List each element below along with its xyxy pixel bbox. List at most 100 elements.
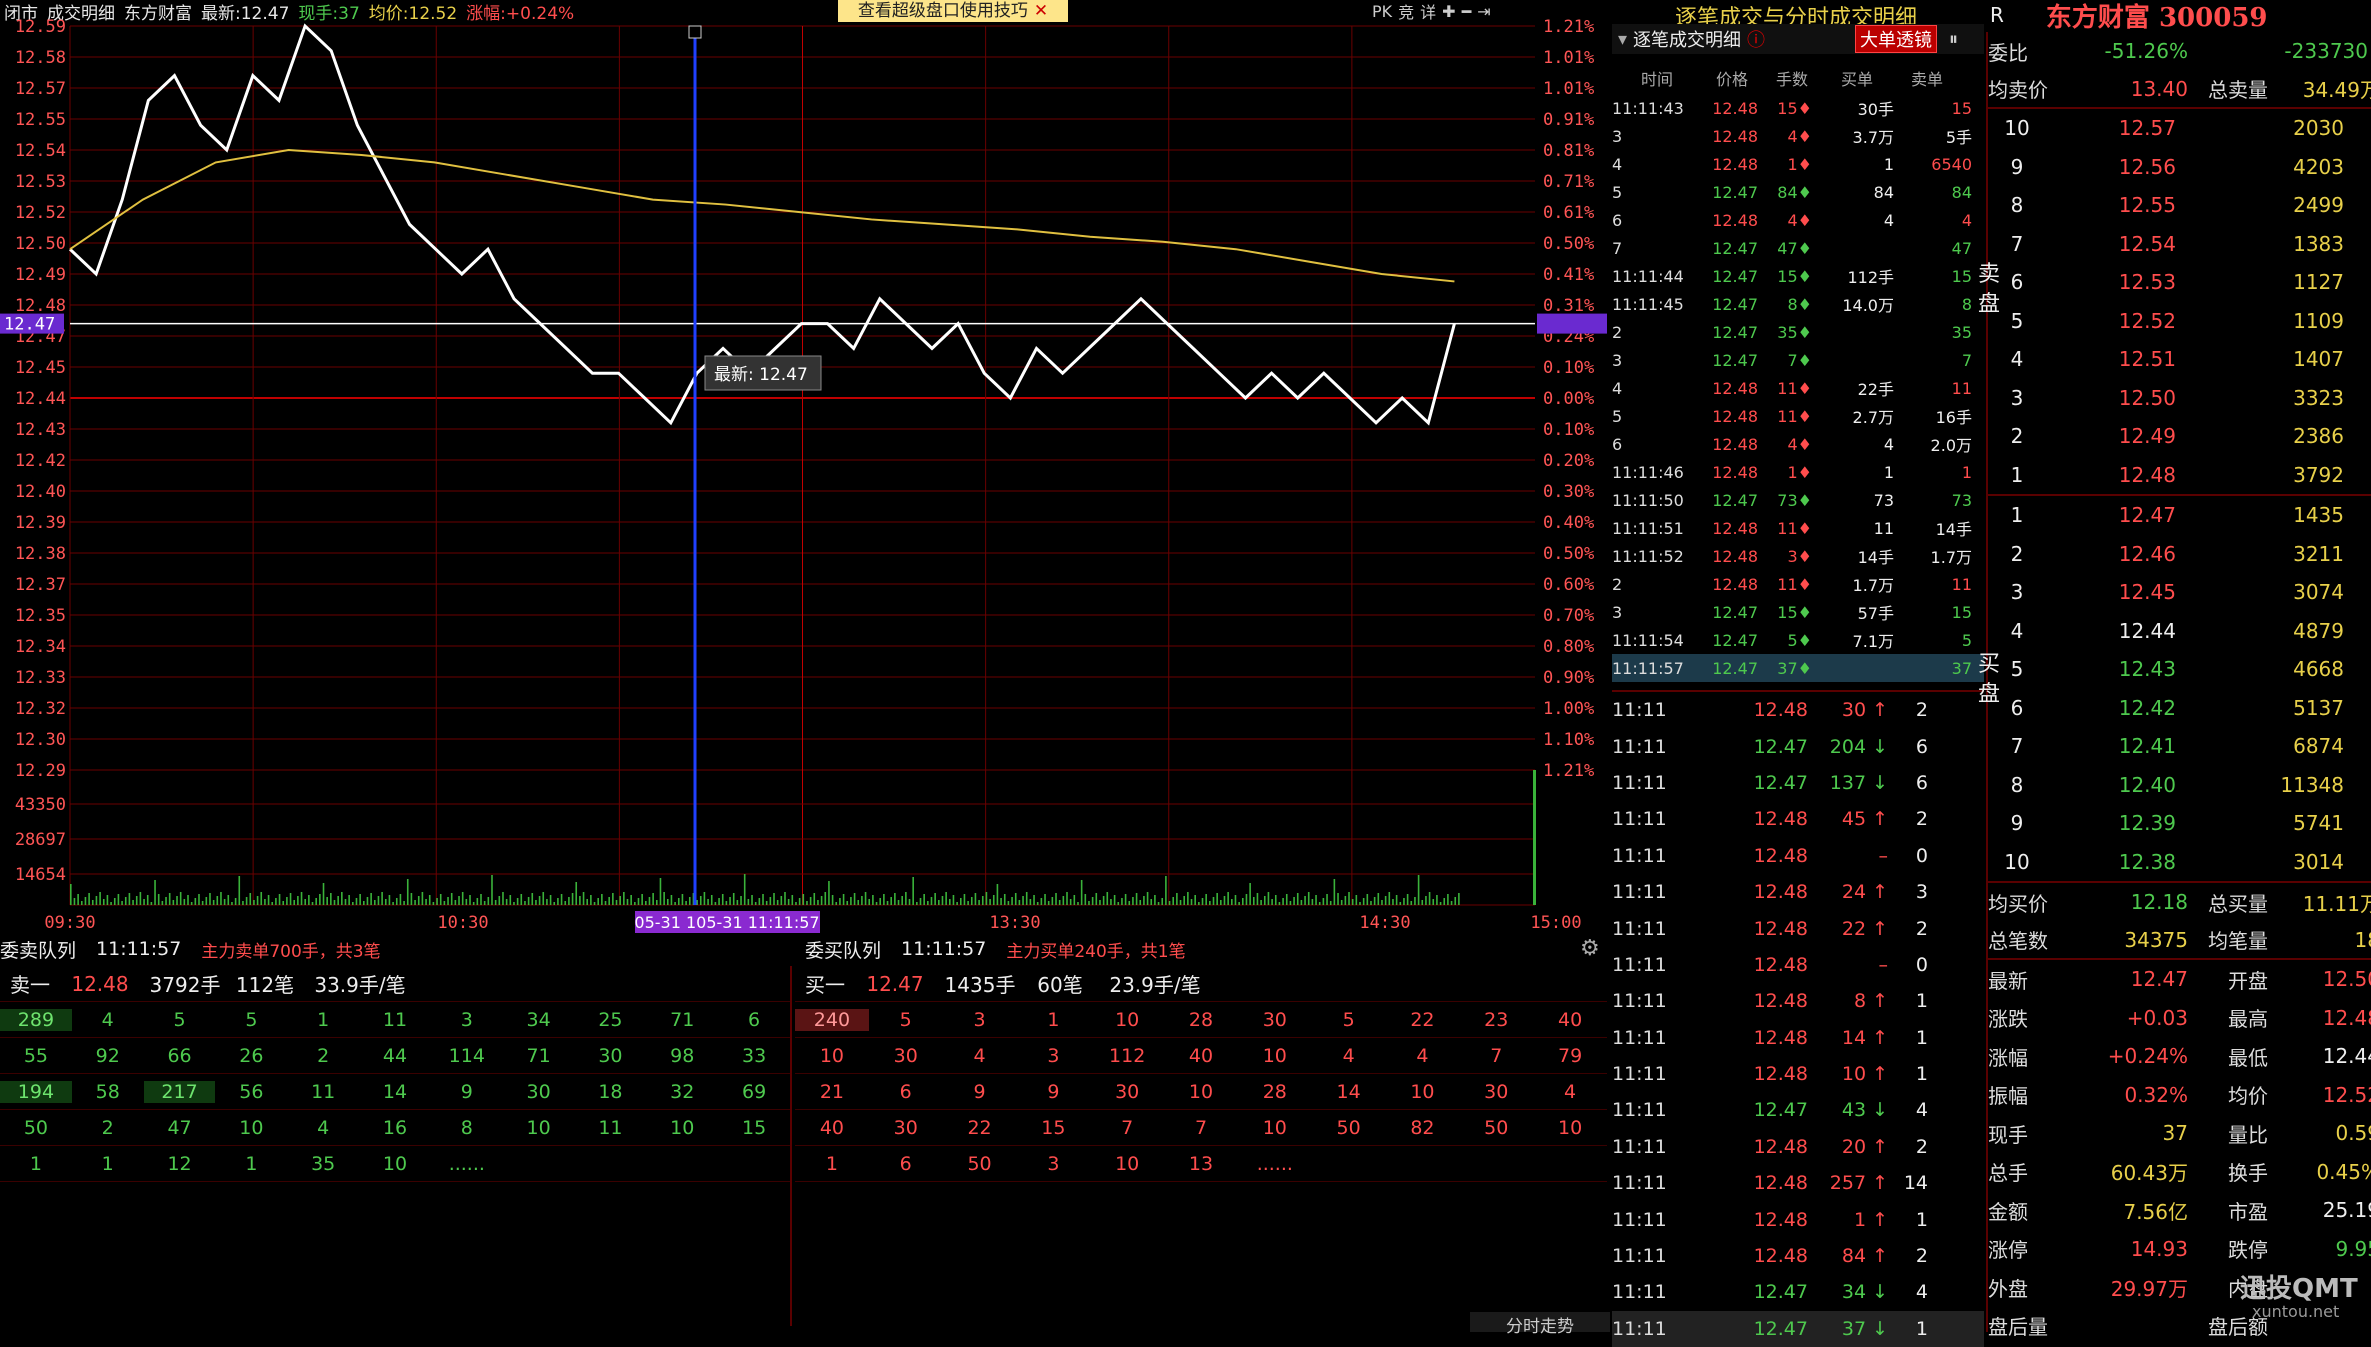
minute-row[interactable]: 11:11 12.48 8 ↑ 1 [1612,983,1984,1019]
weibi-label: 委比 [1988,40,2028,65]
ask-level[interactable]: 10 12.57 2030 [1988,109,2371,148]
volume-bar [535,900,537,905]
weibi-row: 委比 -51.26% -233730 [1988,32,2371,71]
minute-price: 12.48 [1753,1063,1808,1086]
volume-bar [366,897,369,905]
tick-time: 11:11:52 [1612,546,1684,566]
minute-count: 1 [1915,1063,1928,1086]
minute-row[interactable]: 11:11 12.47 137 ↓ 6 [1612,765,1984,801]
tick-row[interactable]: 11:11:54 12.47 5♦ 7.1万 5 [1612,626,1984,654]
pct-tick: 0.40% [1543,513,1594,533]
bid-level[interactable]: 8 12.40 11348 [1988,766,2371,805]
stat-value: 0.32% [2124,1082,2188,1107]
minute-row[interactable]: 11:11 12.48 10 ↑ 1 [1612,1056,1984,1092]
tick-row[interactable]: 4 12.48 1♦ 1 6540 [1612,150,1984,178]
tick-price: 12.48 [1712,574,1758,594]
bid-level[interactable]: 6 12.42 5137 [1988,689,2371,728]
big-order-lens-button[interactable]: 大单透镜 [1855,25,1938,53]
ask-level[interactable]: 7 12.54 1383 [1988,225,2371,264]
stat-value: 12.52 [2322,1082,2371,1107]
bid-level[interactable]: 5 12.43 4668 [1988,650,2371,689]
minute-row[interactable]: 11:11 12.48 22 ↑ 2 [1612,910,1984,946]
bid-level[interactable]: 10 12.38 3014 [1988,843,2371,882]
tab-intraday[interactable]: 分时走势 [1470,1312,1610,1337]
tick-row[interactable]: 2 12.48 11♦ 1.7万 11 [1612,570,1984,598]
ask-level[interactable]: 6 12.53 1127 [1988,263,2371,302]
bid-level[interactable]: 1 12.47 1435 [1988,496,2371,535]
tick-row[interactable]: 6 12.48 4♦ 4 4 [1612,206,1984,234]
tick-sell: 84 [1951,182,1972,202]
stat-value: 0.45% [2316,1159,2371,1184]
tick-row[interactable]: 11:11:46 12.48 1♦ 1 1 [1612,458,1984,486]
tick-row[interactable]: 11:11:57 12.47 37♦ 37 [1612,654,1984,682]
minute-row[interactable]: 11:11 12.48 20 ↑ 2 [1612,1129,1984,1165]
tick-row[interactable]: 3 12.47 15♦ 57手 15 [1612,598,1984,626]
bid-level[interactable]: 7 12.41 6874 [1988,727,2371,766]
minute-price: 12.48 [1753,1208,1808,1231]
tick-row[interactable]: 4 12.48 11♦ 22手 11 [1612,374,1984,402]
volume-bar [348,895,350,905]
tick-row[interactable]: 7 12.47 47♦ 47 [1612,234,1984,262]
tick-row[interactable]: 11:11:52 12.48 3♦ 14手 1.7万 [1612,542,1984,570]
minute-detail-list[interactable]: 11:11 12.48 30 ↑ 2 11:11 12.47 204 ↓ 6 11:11 12.4… [1612,690,1984,1347]
pause-icon[interactable]: ⏸ [1949,29,1958,50]
minute-row[interactable]: 11:11 12.47 37 ↓ 1 [1612,1310,1984,1347]
minute-row[interactable]: 11:11 12.48 14 ↑ 1 [1612,1020,1984,1056]
sell-row: 50 2 47 10 4 16 8 10 11 10 15 [0,1110,790,1146]
buy-queue-cell: 7 [1121,1116,1134,1139]
volume-bar [1102,896,1105,905]
ask-level[interactable]: 9 12.56 4203 [1988,148,2371,187]
tick-row[interactable]: 5 12.48 11♦ 2.7万 16手 [1612,402,1984,430]
volume-bar [1128,901,1131,905]
bid-level[interactable]: 9 12.39 5741 [1988,804,2371,843]
tick-row[interactable]: 3 12.47 7♦ 7 [1612,346,1984,374]
tick-row[interactable]: 3 12.48 4♦ 3.7万 5手 [1612,122,1984,150]
gear-icon[interactable]: ⚙ [1580,936,1600,961]
tick-row[interactable]: 11:11:45 12.47 8♦ 14.0万 8 [1612,290,1984,318]
tick-detail-list[interactable]: 11:11:43 12.48 15♦ 30手 15 3 12.48 4♦ 3.7万 5手 4 12.4… [1612,94,1984,684]
tick-detail-title: 逐笔成交明细 [1633,30,1742,51]
current-pct-tag-bg [1537,313,1607,334]
tick-row[interactable]: 11:11:44 12.47 15♦ 112手 15 [1612,262,1984,290]
bid-level[interactable]: 4 12.44 4879 [1988,612,2371,651]
minute-row[interactable]: 11:11 12.48 1 ↑ 1 [1612,1201,1984,1237]
pct-tick: 0.31% [1543,296,1594,316]
volume-bar [1436,895,1438,905]
tick-row[interactable]: 11:11:50 12.47 73♦ 73 73 [1612,486,1984,514]
minute-row[interactable]: 11:11 12.48 – 0 [1612,947,1984,983]
tick-row[interactable]: 5 12.47 84♦ 84 84 [1612,178,1984,206]
ask-level[interactable]: 3 12.50 3323 [1988,379,2371,418]
volume-bar [905,892,907,905]
intraday-chart[interactable]: 12.59 1.21% 12.58 1.01% 12.57 1.01% 12.55 0.91%… [0,0,1612,935]
tick-time: 11:11:43 [1612,98,1684,118]
minute-row[interactable]: 11:11 12.47 204 ↓ 6 [1612,728,1984,764]
tick-row[interactable]: 11:11:51 12.48 11♦ 11 14手 [1612,514,1984,542]
pct-tick: 0.00% [1543,389,1594,409]
volume-bar [432,902,435,905]
sell-queue-cell: 26 [239,1044,264,1067]
ask-level[interactable]: 8 12.55 2499 [1988,186,2371,225]
ask-level[interactable]: 1 12.48 3792 [1988,456,2371,495]
sell-queue-cell: 14 [382,1080,408,1103]
minute-row[interactable]: 11:11 12.48 30 ↑ 2 [1612,692,1984,728]
sell-queue-cell: 217 [143,1080,216,1103]
stat-label: 外盘 [1988,1276,2028,1301]
ask-level[interactable]: 5 12.52 1109 [1988,302,2371,341]
minute-row[interactable]: 11:11 12.47 34 ↓ 4 [1612,1274,1984,1310]
collapse-icon[interactable]: ▾ [1618,29,1627,50]
ask-level[interactable]: 2 12.49 2386 [1988,417,2371,456]
info-icon[interactable]: ⓘ [1747,26,1765,52]
minute-row[interactable]: 11:11 12.48 257 ↑ 14 [1612,1165,1984,1201]
minute-row[interactable]: 11:11 12.48 – 0 [1612,838,1984,874]
bid-level[interactable]: 2 12.46 3211 [1988,535,2371,574]
volume-bar [124,897,127,905]
ask-level[interactable]: 4 12.51 1407 [1988,340,2371,379]
tick-row[interactable]: 2 12.47 35♦ 35 [1612,318,1984,346]
minute-row[interactable]: 11:11 12.47 43 ↓ 4 [1612,1092,1984,1128]
minute-row[interactable]: 11:11 12.48 84 ↑ 2 [1612,1238,1984,1274]
minute-row[interactable]: 11:11 12.48 45 ↑ 2 [1612,801,1984,837]
tick-row[interactable]: 6 12.48 4♦ 4 2.0万 [1612,430,1984,458]
minute-row[interactable]: 11:11 12.48 24 ↑ 3 [1612,874,1984,910]
bid-level[interactable]: 3 12.45 3074 [1988,573,2371,612]
tick-row[interactable]: 11:11:43 12.48 15♦ 30手 15 [1612,94,1984,122]
